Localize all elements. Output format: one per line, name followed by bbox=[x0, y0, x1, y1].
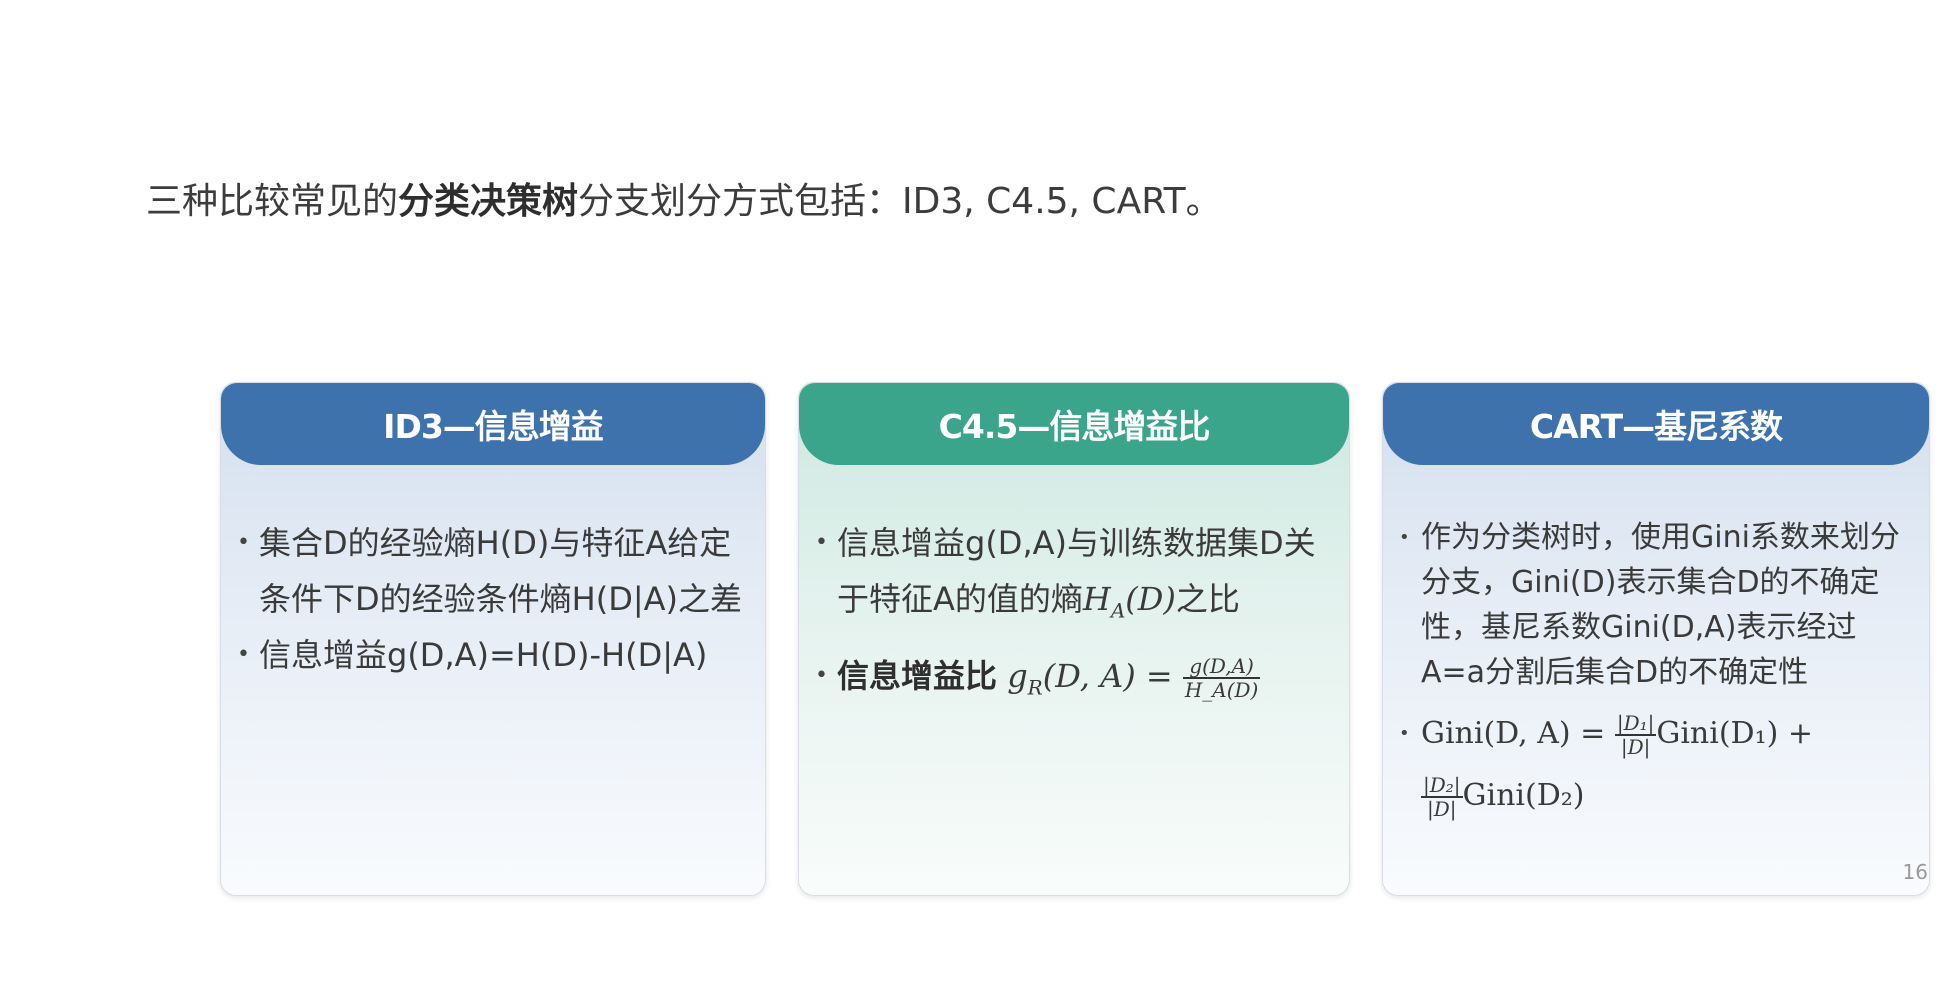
card-c45-bullet-2: 信息增益比 gR(D, A) = g(D,A)H_A(D) bbox=[815, 648, 1339, 715]
gini-lhs: Gini(D, A) = bbox=[1421, 716, 1606, 751]
gain-ratio-numerator: g(D,A) bbox=[1182, 655, 1261, 680]
entropy-subscript: A bbox=[1110, 598, 1126, 623]
gini-term-1: Gini(D₁) + bbox=[1656, 716, 1813, 751]
gini-fraction-2-den: |D| bbox=[1427, 796, 1457, 821]
card-c45-bullet-1-end: 之比 bbox=[1175, 580, 1240, 618]
gini-fraction-1-num: |D₁| bbox=[1614, 710, 1657, 736]
gini-fraction-2: |D₂| |D| bbox=[1421, 774, 1463, 820]
intro-prefix: 三种比较常见的 bbox=[146, 181, 399, 222]
card-id3-bullets: 集合D的经验熵H(D)与特征A给定条件下D的经验条件熵H(D|A)之差 信息增益… bbox=[237, 515, 755, 683]
card-c45-bullet-1: 信息增益g(D,A)与训练数据集D关于特征A的值的熵HA(D)之比 bbox=[815, 515, 1339, 638]
card-id3-title: ID3—信息增益 bbox=[221, 383, 765, 465]
card-c45-title: C4.5—信息增益比 bbox=[799, 383, 1349, 465]
card-cart: CART—基尼系数 作为分类树时，使用Gini系数来划分分支，Gini(D)表示… bbox=[1382, 382, 1930, 896]
gain-ratio-denominator: H_A(D) bbox=[1184, 678, 1259, 703]
gain-ratio-subscript: R bbox=[1027, 675, 1043, 700]
gain-ratio-symbol: g bbox=[1007, 657, 1028, 696]
card-cart-bullet-1: 作为分类树时，使用Gini系数来划分分支，Gini(D)表示集合D的不确定性，基… bbox=[1399, 515, 1919, 695]
gini-fraction-1: |D₁| |D| bbox=[1614, 710, 1657, 759]
intro-suffix: 分支划分方式包括：ID3, C4.5, CART。 bbox=[578, 181, 1222, 222]
card-c45: C4.5—信息增益比 信息增益g(D,A)与训练数据集D关于特征A的值的熵HA(… bbox=[798, 382, 1350, 896]
gain-ratio-fraction: g(D,A) H_A(D) bbox=[1182, 655, 1261, 703]
card-c45-bullet-1-text: 信息增益g(D,A)与训练数据集D关于特征A的值的熵 bbox=[837, 524, 1316, 618]
entropy-arg: (D) bbox=[1125, 580, 1176, 618]
gain-ratio-label: 信息增益比 bbox=[837, 657, 998, 696]
card-id3-bullet-2: 信息增益g(D,A)=H(D)-H(D|A) bbox=[237, 627, 755, 683]
intro-bold-term: 分类决策树 bbox=[398, 181, 579, 222]
gini-fraction-1-den: |D| bbox=[1620, 734, 1651, 759]
intro-text: 三种比较常见的分类决策树分支划分方式包括：ID3, C4.5, CART。 bbox=[146, 172, 1222, 224]
card-cart-title: CART—基尼系数 bbox=[1383, 383, 1929, 465]
card-c45-bullets: 信息增益g(D,A)与训练数据集D关于特征A的值的熵HA(D)之比 信息增益比 … bbox=[815, 515, 1339, 716]
card-id3-bullet-1: 集合D的经验熵H(D)与特征A给定条件下D的经验条件熵H(D|A)之差 bbox=[237, 515, 755, 627]
gini-term-2: Gini(D₂) bbox=[1462, 778, 1585, 813]
card-id3: ID3—信息增益 集合D的经验熵H(D)与特征A给定条件下D的经验条件熵H(D|… bbox=[220, 382, 766, 896]
page-number: 16 bbox=[1902, 860, 1928, 884]
card-cart-bullets: 作为分类树时，使用Gini系数来划分分支，Gini(D)表示集合D的不确定性，基… bbox=[1399, 515, 1919, 827]
gini-fraction-2-num: |D₂| bbox=[1421, 772, 1463, 798]
gain-ratio-lhs-tail: (D, A) = bbox=[1042, 657, 1173, 696]
entropy-symbol: H bbox=[1082, 580, 1111, 618]
card-cart-bullet-2: Gini(D, A) = |D₁||D|Gini(D₁) +|D₂||D|Gin… bbox=[1399, 703, 1919, 827]
